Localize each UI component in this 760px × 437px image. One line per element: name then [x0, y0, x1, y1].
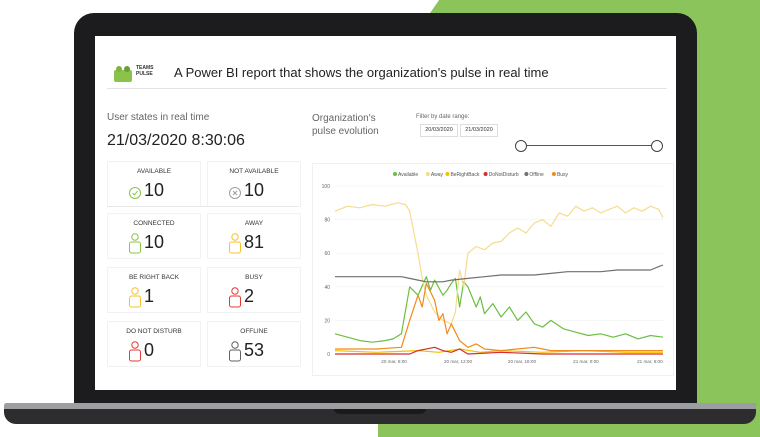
legend-marker	[483, 172, 488, 176]
laptop-notch	[334, 409, 426, 414]
y-tick-label: 80	[324, 218, 330, 224]
user-dnd-icon	[129, 341, 141, 362]
y-tick-label: 60	[324, 251, 330, 257]
legend-marker	[445, 172, 450, 176]
y-tick-label: 20	[324, 318, 330, 324]
report-header: TEAMS PULSE A Power BI report that shows…	[107, 58, 667, 89]
series-line-away	[334, 202, 664, 325]
date-filter-label: Filter by date range:	[416, 114, 470, 120]
pulse-title: Organization's pulse evolution	[312, 112, 379, 138]
teams-pulse-logo	[114, 66, 132, 82]
date-range-slider-track[interactable]	[519, 145, 655, 146]
state-card-not-available[interactable]: NOT AVAILABLE 10	[207, 161, 301, 207]
y-tick-label: 0	[327, 352, 330, 358]
state-card-busy[interactable]: BUSY 2	[207, 267, 301, 313]
card-label: BE RIGHT BACK	[128, 274, 180, 281]
card-label: AWAY	[244, 220, 264, 227]
user-pause-icon	[129, 287, 141, 308]
card-value: 10	[144, 232, 165, 252]
state-card-available[interactable]: AVAILABLE 10	[107, 161, 201, 207]
chart-x-axis: 20 mar, 6:00 20 mar, 12:00 20 mar, 18:00 21…	[381, 359, 663, 364]
card-label: NOT AVAILABLE	[229, 168, 279, 175]
legend-marker	[393, 172, 397, 176]
card-value: 0	[144, 340, 155, 360]
series-line-offline	[335, 264, 664, 283]
card-label: BUSY	[245, 274, 263, 281]
chart-legend: Available Away BeRightBack DoNotDisturb Offl…	[393, 172, 569, 178]
legend-label: Offline	[529, 172, 544, 178]
state-card-away[interactable]: AWAY 81	[207, 213, 301, 259]
card-value: 1	[144, 286, 155, 306]
x-tick-label: 20 mar, 18:00	[508, 359, 537, 364]
y-tick-label: 100	[322, 184, 331, 190]
state-card-connected[interactable]: CONNECTED 10	[107, 213, 201, 259]
chart-series	[334, 202, 664, 355]
x-tick-label: 21 mar, 0:00	[573, 359, 599, 364]
report-screen: TEAMS PULSE A Power BI report that shows…	[95, 36, 676, 390]
logo-text: TEAMS PULSE	[136, 65, 154, 77]
check-circle-icon	[129, 187, 141, 199]
card-value: 81	[244, 232, 265, 252]
legend-marker	[425, 172, 430, 176]
state-card-be-right-back[interactable]: BE RIGHT BACK 1	[107, 267, 201, 313]
card-label: CONNECTED	[133, 220, 175, 227]
y-tick-label: 40	[324, 285, 330, 291]
user-states-title: User states in real time	[107, 112, 210, 123]
logo-text-line2: PULSE	[136, 71, 153, 77]
card-value: 10	[244, 180, 265, 200]
user-offline-icon	[229, 341, 241, 362]
card-value: 53	[244, 340, 265, 360]
card-value: 2	[244, 286, 255, 306]
card-value: 10	[144, 180, 165, 200]
date-from-input[interactable]: 20/03/2020	[420, 124, 458, 137]
legend-marker	[551, 172, 556, 176]
chart-y-axis: 0 20 40 60 80 100	[322, 184, 331, 358]
card-label: DO NOT DISTURB	[126, 328, 182, 335]
x-tick-label: 20 mar, 6:00	[381, 359, 407, 364]
state-card-do-not-disturb[interactable]: DO NOT DISTURB 0	[107, 321, 201, 367]
legend-label: Busy	[557, 172, 569, 178]
state-card-offline[interactable]: OFFLINE 53	[207, 321, 301, 367]
date-to-input[interactable]: 21/03/2020	[460, 124, 498, 137]
legend-label: Away	[431, 172, 444, 178]
current-datetime: 21/03/2020 8:30:06	[107, 132, 245, 149]
x-tick-label: 20 mar, 12:00	[444, 359, 473, 364]
legend-label: DoNotDisturb	[489, 172, 519, 178]
user-clock-icon	[229, 233, 241, 254]
x-tick-label: 21 mar, 6:00	[637, 359, 663, 364]
user-check-icon	[129, 233, 141, 254]
card-label: AVAILABLE	[136, 168, 172, 175]
report-title: A Power BI report that shows the organiz…	[174, 65, 549, 80]
date-slider-end-handle[interactable]	[651, 140, 663, 152]
card-label: OFFLINE	[240, 328, 268, 335]
cards-divider	[107, 206, 297, 207]
legend-label: BeRightBack	[450, 172, 479, 178]
pulse-line-chart: Available Away BeRightBack DoNotDisturb Offl…	[322, 172, 664, 364]
pulse-chart: Available Away BeRightBack DoNotDisturb Offl…	[312, 163, 674, 376]
legend-marker	[524, 172, 529, 176]
x-circle-icon	[229, 187, 241, 199]
user-busy-icon	[229, 287, 241, 308]
legend-label: Available	[398, 172, 418, 178]
pulse-title-line1: Organization's	[312, 113, 376, 124]
date-slider-start-handle[interactable]	[515, 140, 527, 152]
pulse-title-line2: pulse evolution	[312, 126, 379, 137]
